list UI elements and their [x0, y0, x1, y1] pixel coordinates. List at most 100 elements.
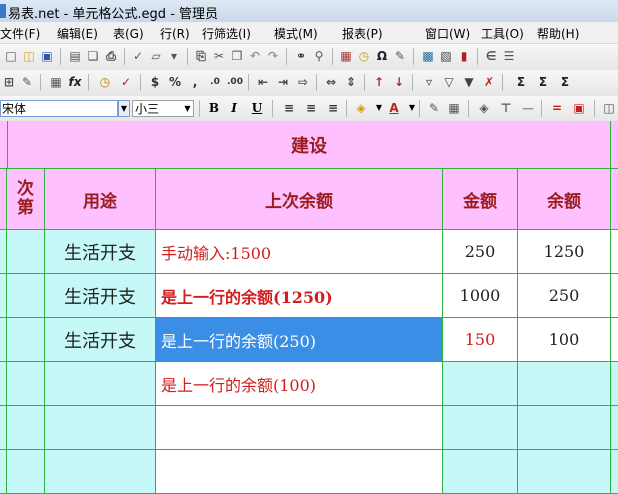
prev-balance-cell[interactable]: [156, 406, 443, 450]
sort-desc-icon[interactable]: ↓: [390, 73, 408, 91]
purpose-cell[interactable]: 生活开支: [45, 274, 156, 318]
record-icon[interactable]: ▧: [437, 47, 455, 65]
purpose-cell[interactable]: [45, 406, 156, 450]
seq-cell[interactable]: [7, 362, 45, 406]
balance-cell[interactable]: [518, 362, 611, 406]
paste-icon[interactable]: ⎘: [192, 47, 210, 65]
filter-icon[interactable]: ▾: [165, 47, 183, 65]
balance-cell[interactable]: 250: [518, 274, 611, 318]
align-center-icon[interactable]: ≡: [302, 99, 320, 117]
menu-row[interactable]: 行(R): [160, 25, 190, 42]
grid-icon[interactable]: ▦: [47, 73, 65, 91]
amount-cell[interactable]: [443, 406, 518, 450]
zoom-icon[interactable]: ⚲: [310, 47, 328, 65]
cell-icon[interactable]: ▣: [570, 99, 588, 117]
col-header-seq[interactable]: 次第: [7, 169, 45, 230]
seq-cell[interactable]: [7, 450, 45, 494]
chart-icon[interactable]: ▮: [455, 47, 473, 65]
currency-icon[interactable]: $: [146, 73, 164, 91]
menu-edit[interactable]: 编辑(E): [57, 25, 98, 42]
menu-file[interactable]: 文件(F): [0, 25, 40, 42]
edit-row-icon[interactable]: ✎: [18, 73, 36, 91]
menu-window[interactable]: 窗口(W): [425, 25, 470, 42]
align-right-icon[interactable]: ≡: [324, 99, 342, 117]
amount-cell[interactable]: 1000: [443, 274, 518, 318]
purpose-cell[interactable]: 生活开支: [45, 230, 156, 274]
amount-cell[interactable]: [443, 362, 518, 406]
col-header-amount[interactable]: 金额: [443, 169, 518, 230]
filter-table-icon[interactable]: ▿: [420, 73, 438, 91]
decrease-decimal-icon[interactable]: .00: [226, 73, 244, 91]
seq-cell[interactable]: [7, 406, 45, 450]
filter-col-icon[interactable]: ▼: [460, 73, 478, 91]
fill-color-icon[interactable]: ◈: [352, 99, 370, 117]
italic-button[interactable]: I: [225, 99, 243, 117]
underline-button[interactable]: U: [248, 99, 266, 117]
menu-tools[interactable]: 工具(O): [481, 25, 524, 42]
undo-icon[interactable]: ↶: [246, 47, 264, 65]
purpose-cell[interactable]: [45, 450, 156, 494]
menu-help[interactable]: 帮助(H): [537, 25, 579, 42]
menu-mode[interactable]: 模式(M): [274, 25, 318, 42]
pen-icon[interactable]: ✎: [425, 99, 443, 117]
sum-col-icon[interactable]: Σ: [556, 73, 574, 91]
prev-balance-cell-selected[interactable]: 是上一行的余额(250): [156, 318, 443, 362]
amount-cell[interactable]: [443, 450, 518, 494]
menu-row-filter[interactable]: 行筛选(I): [202, 25, 251, 42]
prev-balance-cell[interactable]: [156, 450, 443, 494]
check-icon[interactable]: ✓: [129, 47, 147, 65]
filter-yes-icon[interactable]: ▽: [440, 73, 458, 91]
table-icon[interactable]: ▩: [419, 47, 437, 65]
page-icon[interactable]: ▤: [66, 47, 84, 65]
indent-right-icon[interactable]: ⇥: [274, 73, 292, 91]
prev-balance-cell[interactable]: 是上一行的余额(1250): [156, 274, 443, 318]
balance-cell[interactable]: 100: [518, 318, 611, 362]
prev-balance-cell[interactable]: 是上一行的余额(100): [156, 362, 443, 406]
balance-cell[interactable]: [518, 406, 611, 450]
cut-icon[interactable]: ✂: [210, 47, 228, 65]
seq-cell[interactable]: [7, 318, 45, 362]
clock-icon[interactable]: ◷: [355, 47, 373, 65]
col-header-prev-balance[interactable]: 上次余额: [156, 169, 443, 230]
confirm-icon[interactable]: ✓: [117, 73, 135, 91]
omega-icon[interactable]: Ω: [373, 47, 391, 65]
font-name-select[interactable]: 宋体: [0, 100, 118, 117]
copy-icon[interactable]: ❐: [228, 47, 246, 65]
seq-cell[interactable]: [7, 274, 45, 318]
prev-balance-cell[interactable]: 手动输入:1500: [156, 230, 443, 274]
open-icon[interactable]: ◫: [20, 47, 38, 65]
increase-decimal-icon[interactable]: .0: [206, 73, 224, 91]
menu-table[interactable]: 表(G): [113, 25, 144, 42]
export-icon[interactable]: ▱: [147, 47, 165, 65]
chevron-down-icon[interactable]: ▼: [182, 100, 193, 117]
new-icon[interactable]: □: [2, 47, 20, 65]
purpose-cell[interactable]: [45, 362, 156, 406]
bold-button[interactable]: B: [205, 99, 223, 117]
seq-cell[interactable]: [7, 230, 45, 274]
merge-icon[interactable]: ⇔: [322, 73, 340, 91]
comma-icon[interactable]: ,: [186, 73, 204, 91]
redo-icon[interactable]: ↷: [264, 47, 282, 65]
grid-lines-icon[interactable]: ◫: [600, 99, 618, 117]
paint-bucket-icon[interactable]: ◈: [475, 99, 493, 117]
insert-row-icon[interactable]: ⊞: [0, 73, 18, 91]
tools-icon[interactable]: ✎: [391, 47, 409, 65]
purpose-cell[interactable]: 生活开支: [45, 318, 156, 362]
line-icon[interactable]: —: [519, 99, 537, 117]
find-icon[interactable]: ⚭: [292, 47, 310, 65]
amount-cell[interactable]: 250: [443, 230, 518, 274]
border-icon[interactable]: ▦: [445, 99, 463, 117]
save-icon[interactable]: ▣: [38, 47, 56, 65]
timer-icon[interactable]: ◷: [96, 73, 114, 91]
sum-row-icon[interactable]: Σ: [534, 73, 552, 91]
print-icon[interactable]: ⎙: [102, 47, 120, 65]
copy-page-icon[interactable]: ❏: [84, 47, 102, 65]
equal-icon[interactable]: =: [548, 99, 566, 117]
group-header[interactable]: 建设: [7, 121, 611, 169]
percent-icon[interactable]: %: [166, 73, 184, 91]
sum-icon[interactable]: Σ: [512, 73, 530, 91]
properties-icon[interactable]: ☰: [500, 47, 518, 65]
filter-clear-icon[interactable]: ✗: [480, 73, 498, 91]
balance-cell[interactable]: [518, 450, 611, 494]
expand-icon[interactable]: ⇨: [294, 73, 312, 91]
